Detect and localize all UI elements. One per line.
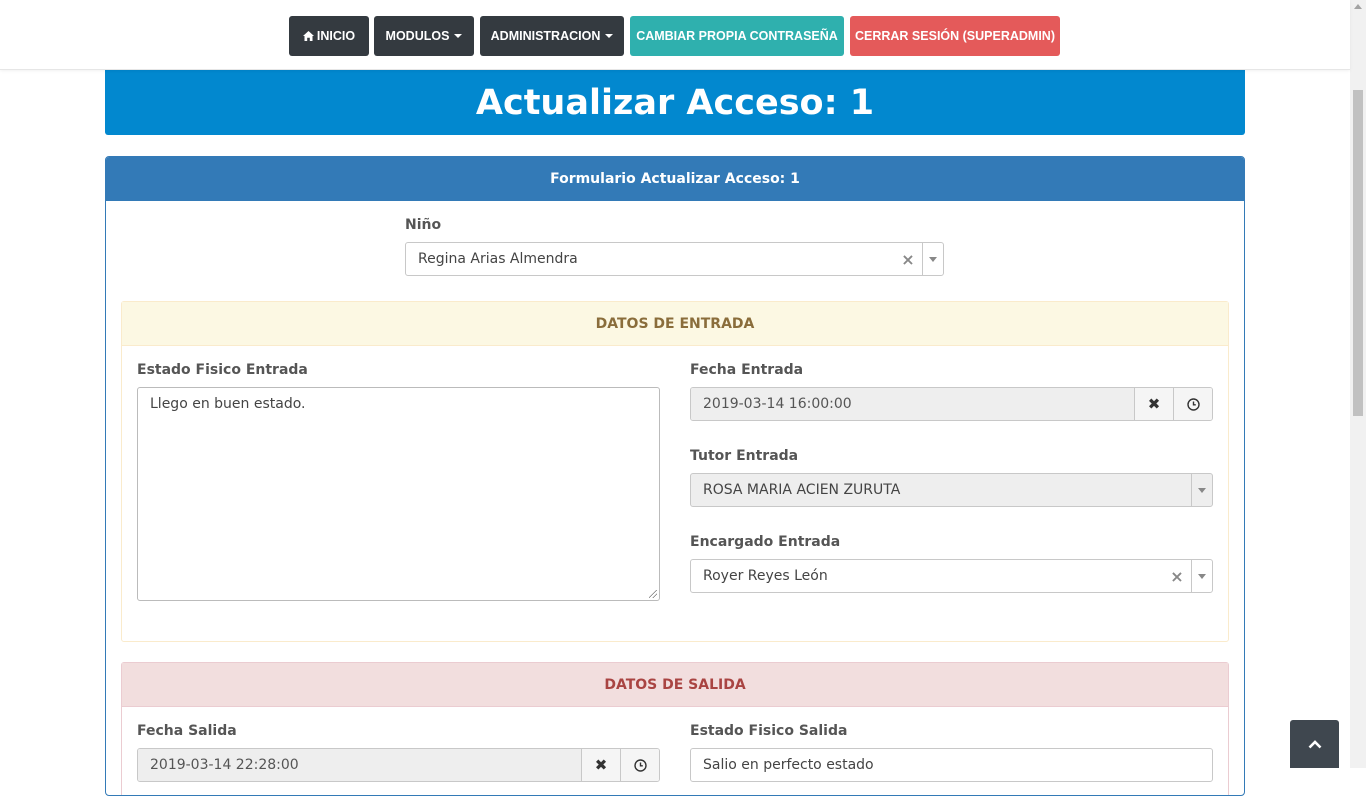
nav-inicio-label: INICIO bbox=[316, 29, 356, 43]
change-password-label: CAMBIAR PROPIA CONTRASEÑA bbox=[636, 29, 838, 43]
salida-heading: DATOS DE SALIDA bbox=[122, 663, 1228, 707]
encargado-entrada-label: Encargado Entrada bbox=[690, 534, 841, 550]
clock-icon[interactable] bbox=[1173, 388, 1212, 420]
close-icon[interactable]: × bbox=[894, 250, 922, 269]
panel-heading: Formulario Actualizar Acceso: 1 bbox=[106, 157, 1244, 201]
estado-salida-input[interactable]: Salio en perfecto estado bbox=[690, 748, 1213, 782]
logout-button[interactable]: CERRAR SESIÓN (SUPERADMIN) bbox=[850, 16, 1060, 56]
encargado-entrada-select[interactable]: Royer Reyes León × bbox=[690, 559, 1213, 593]
nav-inicio-button[interactable]: INICIO bbox=[289, 16, 369, 56]
nino-value: Regina Arias Almendra bbox=[418, 251, 578, 267]
caret-down-icon bbox=[605, 34, 614, 38]
estado-entrada-value: Llego en buen estado. bbox=[150, 396, 306, 412]
page-title-bar: Actualizar Acceso: 1 bbox=[105, 70, 1245, 135]
chevron-up-icon bbox=[1308, 740, 1321, 749]
salida-section: DATOS DE SALIDA Fecha Salida 2019-03-14 … bbox=[121, 662, 1229, 795]
nino-label: Niño bbox=[405, 217, 442, 233]
fecha-entrada-input[interactable]: 2019-03-14 16:00:00 bbox=[691, 388, 1134, 420]
page-title: Actualizar Acceso: 1 bbox=[475, 82, 875, 123]
close-icon[interactable]: × bbox=[1163, 567, 1191, 586]
chevron-down-icon[interactable] bbox=[1191, 474, 1212, 506]
estado-salida-label: Estado Fisico Salida bbox=[690, 723, 848, 739]
fecha-entrada-picker: 2019-03-14 16:00:00 ✖ bbox=[690, 387, 1213, 421]
nav-administracion-label: ADMINISTRACION bbox=[490, 29, 601, 43]
tutor-entrada-select[interactable]: ROSA MARIA ACIEN ZURUTA bbox=[690, 473, 1213, 507]
entrada-heading: DATOS DE ENTRADA bbox=[122, 302, 1228, 346]
top-navbar: INICIO MODULOS ADMINISTRACION CAMBIAR PR… bbox=[0, 0, 1350, 70]
entrada-title: DATOS DE ENTRADA bbox=[595, 315, 755, 332]
tutor-entrada-label: Tutor Entrada bbox=[690, 448, 799, 464]
estado-entrada-label: Estado Fisico Entrada bbox=[137, 362, 308, 378]
caret-down-icon bbox=[454, 34, 463, 38]
salida-title: DATOS DE SALIDA bbox=[604, 676, 746, 693]
page-scrollbar[interactable] bbox=[1350, 0, 1366, 768]
scrollbar-thumb[interactable] bbox=[1353, 90, 1363, 416]
fecha-entrada-label: Fecha Entrada bbox=[690, 362, 804, 378]
tutor-entrada-value: ROSA MARIA ACIEN ZURUTA bbox=[703, 482, 901, 498]
home-icon bbox=[302, 31, 314, 41]
fecha-salida-label: Fecha Salida bbox=[137, 723, 237, 739]
close-icon[interactable]: ✖ bbox=[581, 749, 620, 781]
resize-grip-icon[interactable] bbox=[649, 590, 657, 598]
estado-salida-value: Salio en perfecto estado bbox=[703, 757, 874, 773]
fecha-salida-picker: 2019-03-14 22:28:00 ✖ bbox=[137, 748, 660, 782]
panel-title: Formulario Actualizar Acceso: 1 bbox=[550, 171, 800, 187]
nino-select[interactable]: Regina Arias Almendra × bbox=[405, 242, 944, 276]
fecha-entrada-value: 2019-03-14 16:00:00 bbox=[703, 396, 852, 412]
logout-label: CERRAR SESIÓN (SUPERADMIN) bbox=[854, 29, 1055, 43]
nav-modulos-dropdown[interactable]: MODULOS bbox=[374, 16, 474, 56]
close-icon[interactable]: ✖ bbox=[1134, 388, 1173, 420]
change-password-button[interactable]: CAMBIAR PROPIA CONTRASEÑA bbox=[630, 16, 844, 56]
fecha-salida-input[interactable]: 2019-03-14 22:28:00 bbox=[138, 749, 581, 781]
entrada-section: DATOS DE ENTRADA Estado Fisico Entrada L… bbox=[121, 301, 1229, 642]
fecha-salida-value: 2019-03-14 22:28:00 bbox=[150, 757, 299, 773]
chevron-down-icon[interactable] bbox=[922, 243, 943, 275]
scroll-up-icon[interactable] bbox=[1354, 4, 1362, 9]
chevron-down-icon[interactable] bbox=[1191, 560, 1212, 592]
nav-administracion-dropdown[interactable]: ADMINISTRACION bbox=[480, 16, 624, 56]
back-to-top-button[interactable] bbox=[1290, 720, 1339, 768]
estado-entrada-textarea[interactable]: Llego en buen estado. bbox=[137, 387, 660, 601]
clock-icon[interactable] bbox=[620, 749, 659, 781]
form-panel: Formulario Actualizar Acceso: 1 Niño Reg… bbox=[105, 156, 1245, 796]
encargado-entrada-value: Royer Reyes León bbox=[703, 568, 828, 584]
nav-modulos-label: MODULOS bbox=[385, 29, 450, 43]
